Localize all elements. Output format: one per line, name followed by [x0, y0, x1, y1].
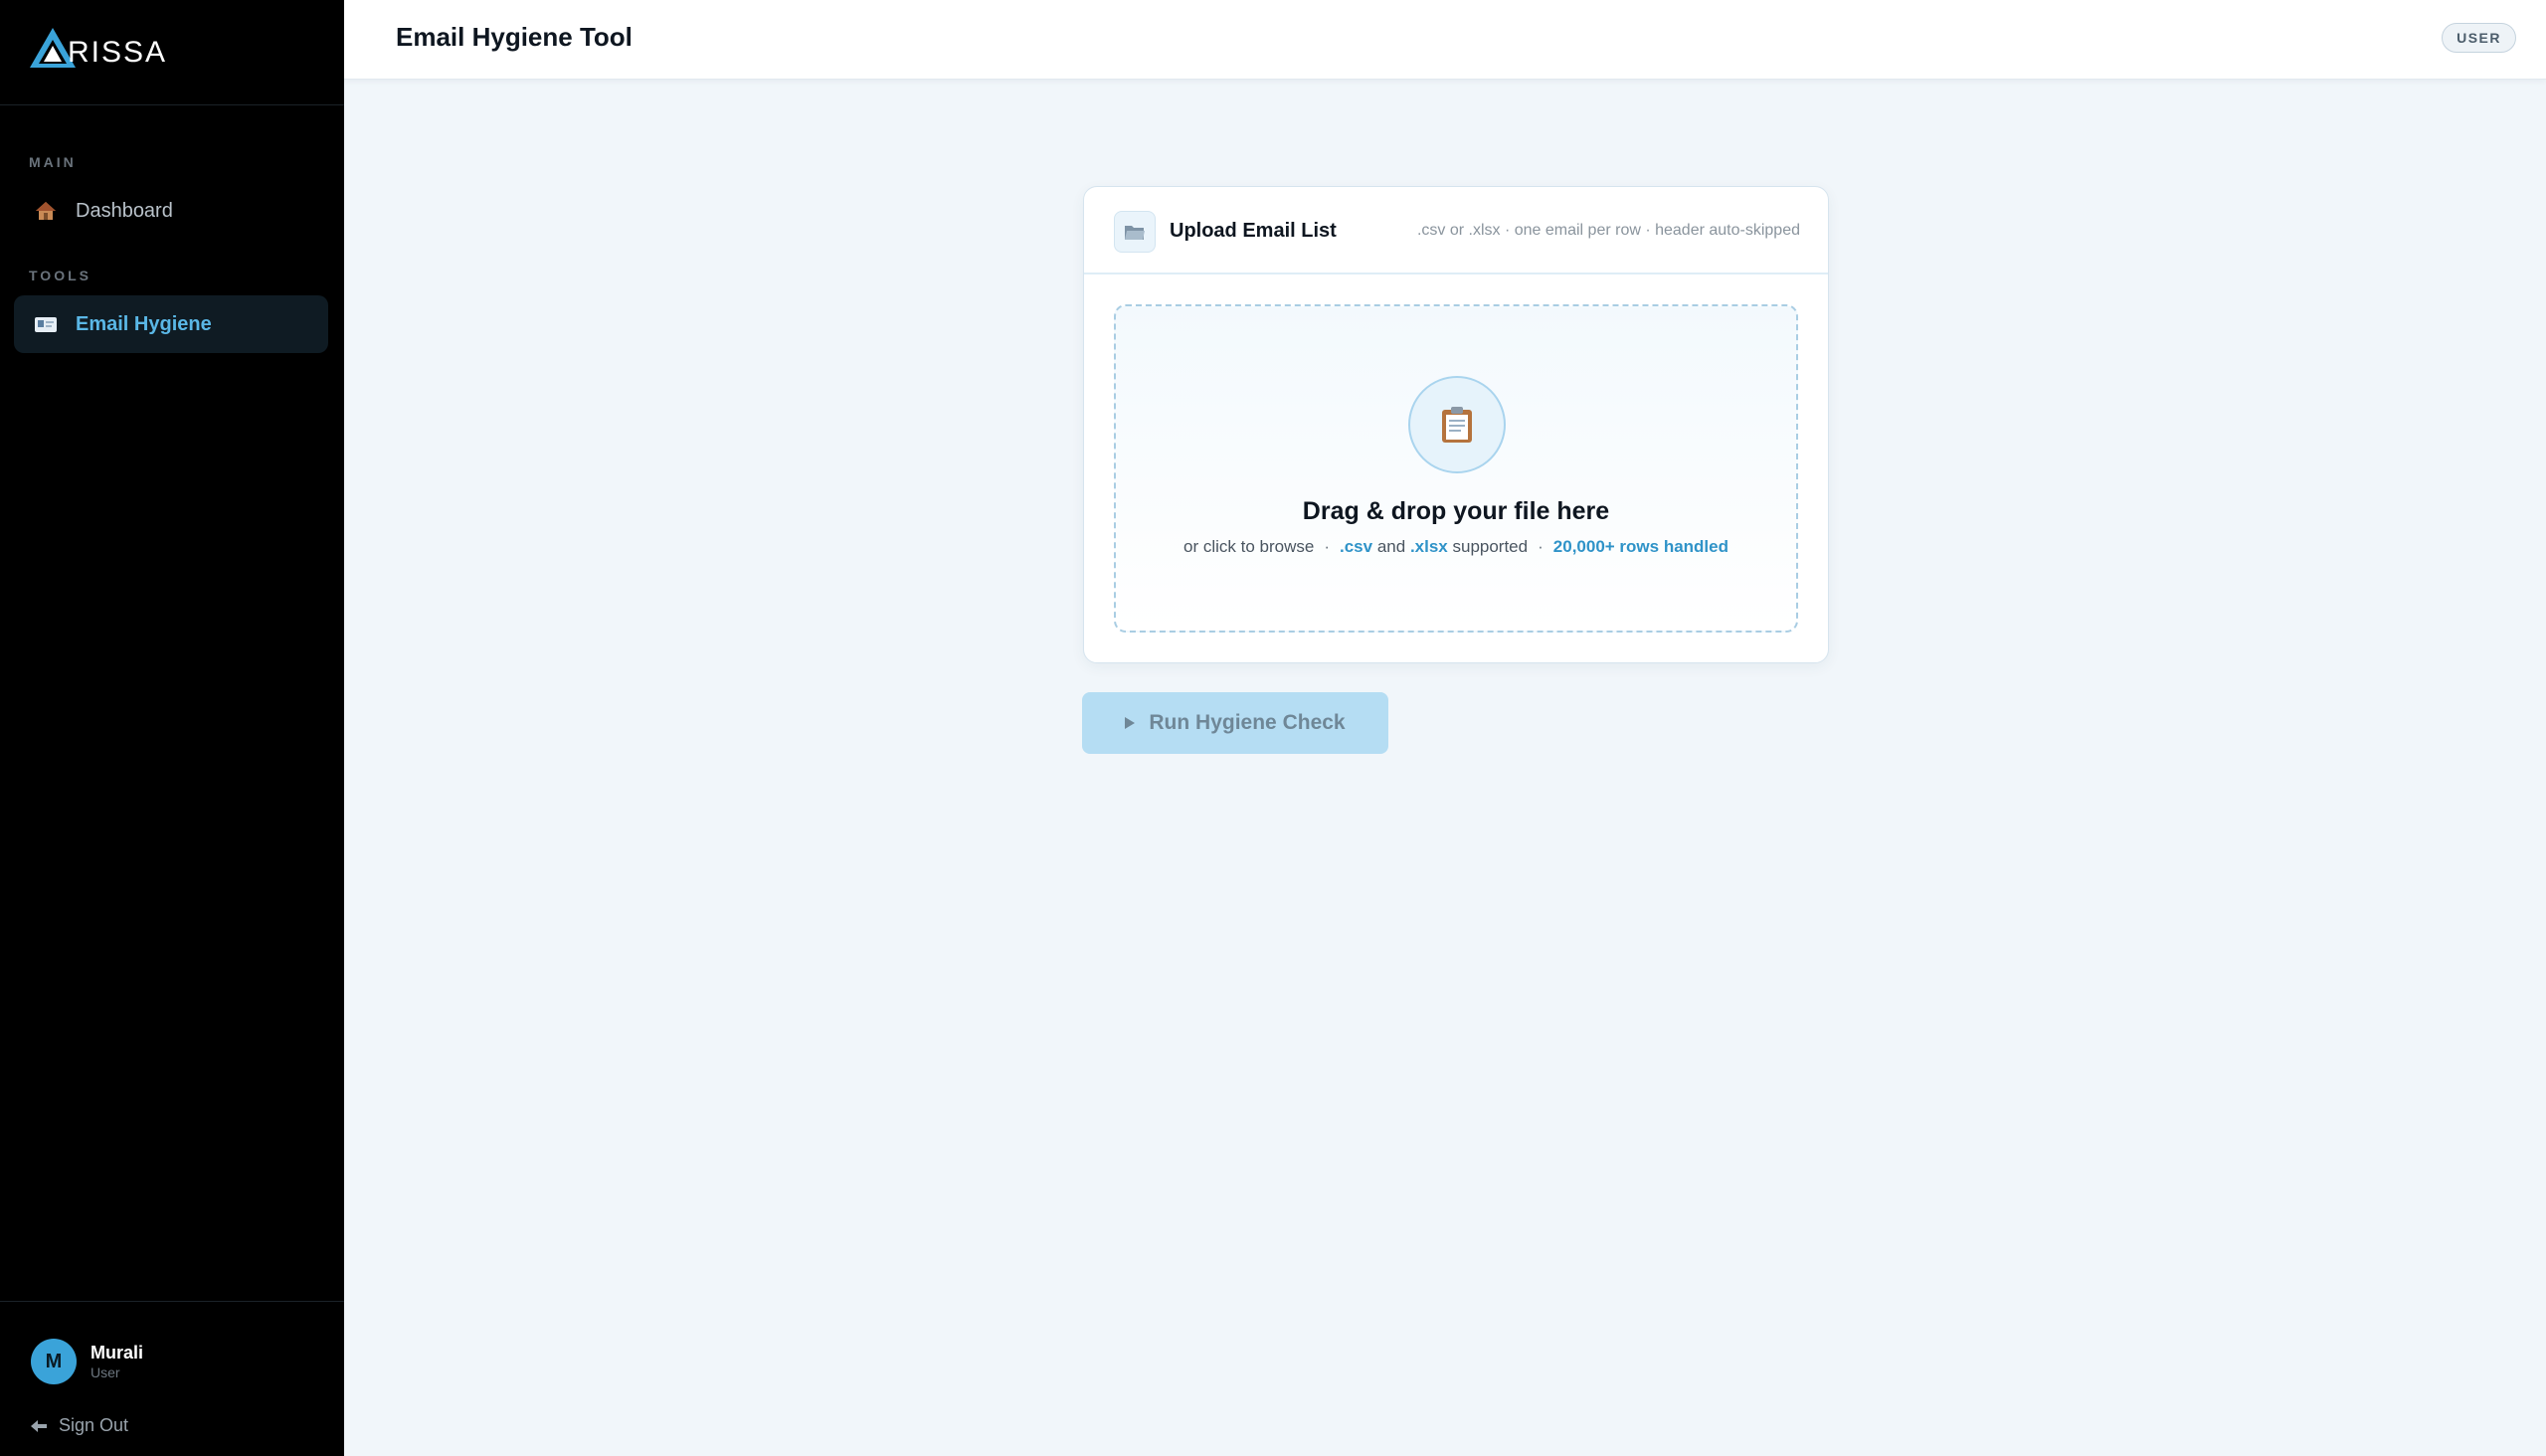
house-icon	[36, 202, 56, 220]
xlsx-extension: .xlsx	[1409, 537, 1448, 556]
sidebar-item-dashboard[interactable]: Dashboard	[14, 182, 328, 240]
dropzone-subtitle: or click to browse · .csv and .xlsx suppor…	[1116, 537, 1796, 557]
role-badge: USER	[2442, 23, 2516, 53]
brand-logo[interactable]: RISSA	[28, 26, 167, 70]
upload-card-title: Upload Email List	[1170, 220, 1337, 242]
upload-card-hint: .csv or .xlsx · one email per row · head…	[1416, 222, 1800, 239]
sidebar-item-email-hygiene[interactable]: Email Hygiene	[14, 295, 328, 353]
id-card-icon	[35, 317, 57, 332]
file-dropzone[interactable]: Drag & drop your file here or click to b…	[1114, 304, 1798, 633]
sidebar-section-main: MAIN	[29, 154, 77, 170]
run-hygiene-check-button[interactable]: Run Hygiene Check	[1082, 692, 1388, 754]
run-button-label: Run Hygiene Check	[1149, 711, 1346, 734]
and-text: and	[1376, 537, 1406, 556]
sidebar-item-label: Email Hygiene	[76, 312, 212, 335]
supported-text: supported	[1452, 537, 1529, 556]
app: RISSA MAIN Dashboard TOOLS Email Hygiene	[0, 0, 2546, 1456]
sign-out-button[interactable]: Sign Out	[31, 1415, 128, 1436]
play-icon	[1125, 717, 1136, 729]
browse-text: or click to browse	[1183, 537, 1315, 556]
clipboard-icon	[1408, 376, 1506, 473]
dropzone-title: Drag & drop your file here	[1302, 497, 1610, 525]
arrow-left-icon	[31, 1419, 47, 1432]
folder-icon	[1114, 211, 1156, 253]
sidebar-divider	[0, 104, 344, 105]
user-name: Murali	[91, 1343, 144, 1363]
csv-extension: .csv	[1340, 537, 1373, 556]
sidebar-bottom-divider	[0, 1301, 344, 1302]
user-profile[interactable]: M Murali User	[31, 1339, 143, 1384]
upload-card-header: Upload Email List .csv or .xlsx · one em…	[1084, 187, 1828, 274]
sign-out-label: Sign Out	[59, 1415, 129, 1435]
sidebar-section-tools: TOOLS	[29, 268, 91, 283]
user-role: User	[91, 1365, 120, 1380]
upload-card: Upload Email List .csv or .xlsx · one em…	[1083, 186, 1829, 663]
sidebar: RISSA MAIN Dashboard TOOLS Email Hygiene	[0, 0, 344, 1456]
avatar: M	[31, 1339, 77, 1384]
logo-text: RISSA	[68, 36, 168, 69]
rows-capacity: 20,000+ rows handled	[1552, 537, 1728, 556]
separator-dot: ·	[1324, 537, 1330, 556]
sidebar-item-label: Dashboard	[76, 199, 173, 222]
top-header: Email Hygiene Tool USER	[344, 0, 2546, 80]
user-info: Murali User	[91, 1342, 143, 1381]
separator-dot: ·	[1538, 537, 1544, 556]
page-title: Email Hygiene Tool	[396, 22, 633, 52]
